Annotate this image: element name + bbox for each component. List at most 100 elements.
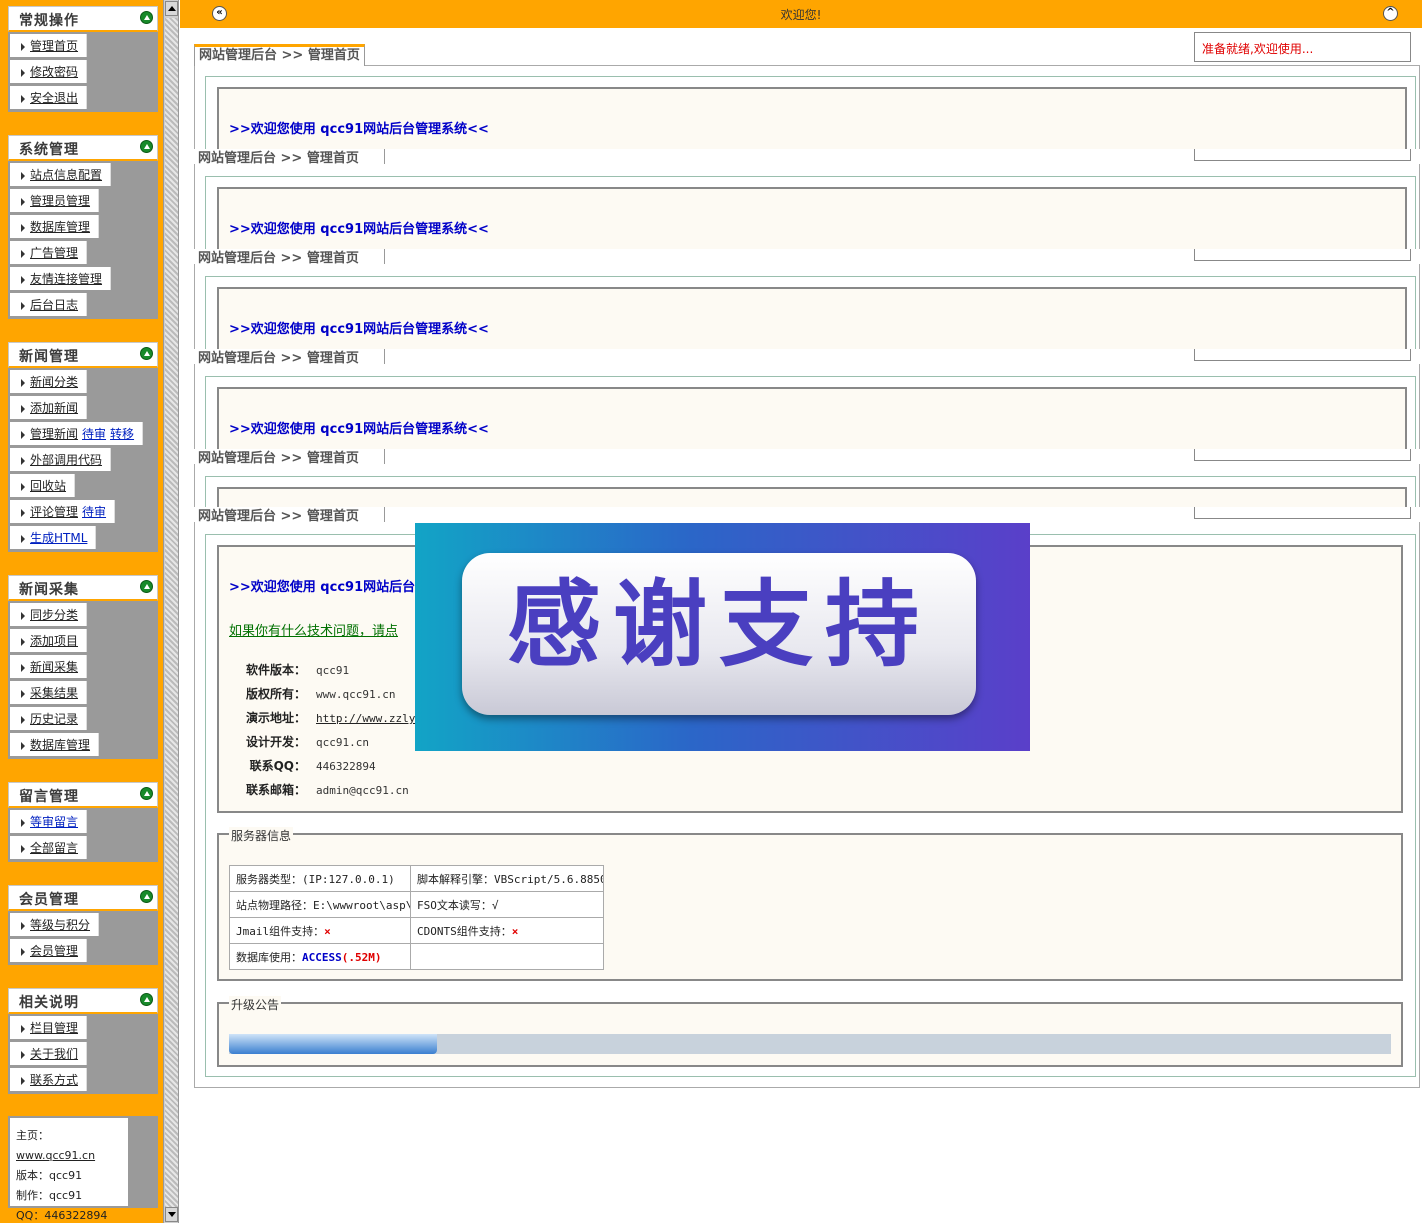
menu-link[interactable]: 评论管理	[30, 505, 78, 519]
menu-group-header[interactable]: 常规操作	[8, 6, 158, 32]
menu-group-title: 常规操作	[19, 13, 79, 29]
menu-link[interactable]: 生成HTML	[30, 531, 87, 545]
collapse-top-icon[interactable]: ^	[1383, 6, 1398, 21]
menu-link[interactable]: 全部留言	[30, 841, 78, 855]
menu-item-label: 数据库管理	[10, 733, 100, 756]
collapse-toggle-icon[interactable]	[140, 787, 153, 800]
menu-group-body: 等级与积分 会员管理	[8, 911, 158, 965]
menu-link[interactable]: 待审	[82, 427, 106, 441]
server-type-cell: 服务器类型：(IP:127.0.0.1)	[229, 865, 411, 892]
menu-link[interactable]: 新闻分类	[30, 375, 78, 389]
menu-item: 数据库管理	[8, 213, 158, 239]
menu-link[interactable]: 等审留言	[30, 815, 78, 829]
menu-item-label: 回收站	[10, 474, 76, 497]
menu-item: 联系方式	[8, 1066, 158, 1092]
home-link[interactable]: www.qcc91.cn	[16, 1149, 95, 1162]
menu-item: 回收站	[8, 472, 158, 498]
fso-cell: FSO文本读写：√	[410, 891, 604, 918]
menu-group-header[interactable]: 相关说明	[8, 988, 158, 1014]
menu-group-header[interactable]: 留言管理	[8, 782, 158, 808]
collapse-toggle-icon[interactable]	[140, 140, 153, 153]
menu-group-about: 相关说明栏目管理关于我们联系方式	[8, 988, 158, 1094]
menu-group-guestbook: 留言管理等审留言全部留言	[8, 782, 158, 862]
scrollbar[interactable]	[163, 0, 179, 1223]
menu-item-label: 后台日志	[10, 293, 88, 316]
menu-item-label: 添加项目	[10, 629, 88, 652]
menu-item-label: 安全退出	[10, 86, 88, 109]
menu-link[interactable]: 后台日志	[30, 298, 78, 312]
menu-link[interactable]: 添加新闻	[30, 401, 78, 415]
collapse-toggle-icon[interactable]	[140, 347, 153, 360]
qq-value: 446322894	[44, 1209, 108, 1222]
menu-link[interactable]: 采集结果	[30, 686, 78, 700]
menu-link[interactable]: 同步分类	[30, 608, 78, 622]
menu-link[interactable]: 回收站	[30, 479, 66, 493]
support-link[interactable]: 如果你有什么技术问题，请点	[229, 620, 398, 639]
scroll-down-button[interactable]	[165, 1207, 178, 1222]
menu-link[interactable]: 数据库管理	[30, 738, 90, 752]
menu-item: 评论管理 待审	[8, 498, 158, 524]
menu-group-header[interactable]: 新闻采集	[8, 575, 158, 601]
menu-item-label: 历史记录	[10, 707, 88, 730]
collapse-toggle-icon[interactable]	[140, 580, 153, 593]
menu-link[interactable]: 会员管理	[30, 944, 78, 958]
menu-group-body: 同步分类添加项目新闻采集采集结果历史记录数据库管理	[8, 601, 158, 759]
menu-item: 管理首页	[8, 32, 158, 58]
status-message: 准备就绪,欢迎使用...	[1194, 32, 1411, 62]
menu-item: 安全退出	[8, 84, 158, 110]
menu-link[interactable]: 站点信息配置	[30, 168, 102, 182]
collapse-toggle-icon[interactable]	[140, 993, 153, 1006]
menu-item: 等审留言	[8, 808, 158, 834]
menu-link[interactable]: 栏目管理	[30, 1021, 78, 1035]
menu-group-header[interactable]: 系统管理	[8, 135, 158, 161]
menu-link[interactable]: 待审	[82, 505, 106, 519]
menu-link[interactable]: 修改密码	[30, 65, 78, 79]
menu-group-header[interactable]: 会员管理	[8, 885, 158, 911]
menu-link[interactable]: 友情连接管理	[30, 272, 102, 286]
menu-group-title: 相关说明	[19, 995, 79, 1011]
menu-link[interactable]: 安全退出	[30, 91, 78, 105]
info-row: 联系邮箱： admin@qcc91.cn	[245, 783, 409, 797]
cdonts-cell: CDONTS组件支持：×	[410, 917, 604, 944]
menu-item-label: 管理首页	[10, 34, 88, 57]
menu-link[interactable]: 添加项目	[30, 634, 78, 648]
welcome-panel	[205, 276, 1416, 352]
menu-item: 外部调用代码	[8, 446, 158, 472]
menu-link[interactable]: 关于我们	[30, 1047, 78, 1061]
menu-group-header[interactable]: 新闻管理	[8, 342, 158, 368]
collapse-toggle-icon[interactable]	[140, 890, 153, 903]
menu-item: 添加项目	[8, 627, 158, 653]
info-row: 演示地址： http://www.zzlyyy.	[245, 711, 436, 725]
menu-link[interactable]: 数据库管理	[30, 220, 90, 234]
info-row: 联系QQ： 446322894	[249, 759, 376, 773]
menu-item-label: 数据库管理	[10, 215, 100, 238]
menu-item-label: 添加新闻	[10, 396, 88, 419]
menu-group-title: 留言管理	[19, 789, 79, 805]
menu-link[interactable]: 管理首页	[30, 39, 78, 53]
menu-link[interactable]: 管理新闻	[30, 427, 78, 441]
menu-item: 历史记录	[8, 705, 158, 731]
menu-link[interactable]: 等级与积分	[30, 918, 90, 932]
scroll-thumb[interactable]	[165, 18, 178, 1208]
menu-item: 后台日志	[8, 291, 158, 317]
menu-link[interactable]: 联系方式	[30, 1073, 78, 1087]
menu-item: 同步分类	[8, 601, 158, 627]
menu-link[interactable]: 转移	[110, 427, 134, 441]
menu-link[interactable]: 管理员管理	[30, 194, 90, 208]
menu-link[interactable]: 外部调用代码	[30, 453, 102, 467]
menu-link[interactable]: 广告管理	[30, 246, 78, 260]
menu-item: 修改密码	[8, 58, 158, 84]
collapse-toggle-icon[interactable]	[140, 11, 153, 24]
server-info-table: 服务器类型：(IP:127.0.0.1) 脚本解释引擎：VBScript/5.6…	[229, 865, 604, 970]
menu-item: 生成HTML	[8, 524, 158, 550]
upgrade-legend: 升级公告	[229, 996, 282, 1013]
menu-link[interactable]: 历史记录	[30, 712, 78, 726]
menu-link[interactable]: 新闻采集	[30, 660, 78, 674]
menu-group-title: 新闻管理	[19, 349, 79, 365]
menu-item-label: 新闻采集	[10, 655, 88, 678]
menu-item-label: 会员管理	[10, 939, 88, 962]
scroll-up-button[interactable]	[165, 1, 178, 16]
upgrade-banner[interactable]	[229, 1034, 437, 1054]
menu-item-label: 广告管理	[10, 241, 88, 264]
menu-item: 管理新闻 待审 转移	[8, 420, 158, 446]
